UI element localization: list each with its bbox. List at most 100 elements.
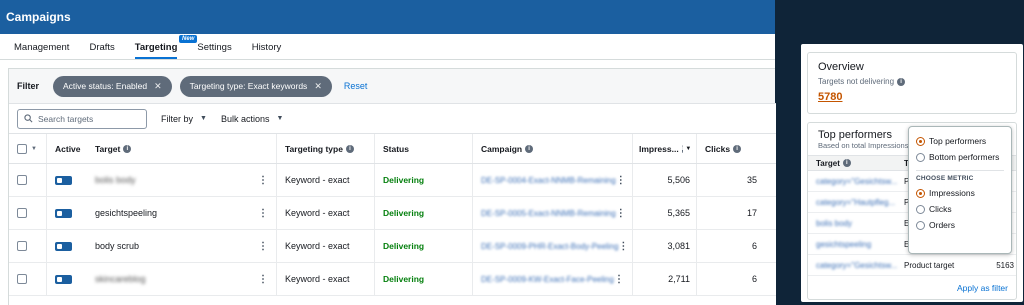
impressions-cell: 5,506 [633, 164, 697, 196]
chip-label: Active status: Enabled [63, 81, 148, 91]
targets-not-delivering-count[interactable]: 5780 [818, 91, 1006, 103]
header-clicks[interactable]: Clicks i [697, 134, 764, 163]
more-actions-icon[interactable]: ⋮ [616, 208, 626, 219]
impressions-cell: 2,711 [633, 263, 697, 295]
search-icon [24, 114, 33, 123]
row-select-cell [9, 263, 47, 295]
option-label: Impressions [929, 188, 975, 198]
chip-label: Targeting type: Exact keywords [189, 81, 308, 91]
header-campaign[interactable]: Campaign i [473, 134, 633, 163]
close-icon[interactable]: ✕ [314, 81, 322, 92]
radio-selected[interactable] [916, 188, 925, 198]
option-bottom-performers[interactable]: Bottom performers [916, 149, 1004, 165]
tab-targeting-label: Targeting [134, 42, 178, 53]
header-target[interactable]: Target i [87, 134, 277, 163]
campaign-link[interactable]: DE-SP-0004-Exact-NNMB-Remaining [481, 176, 616, 185]
campaign-link[interactable]: DE-SP-0005-Exact-NNMB-Remaining [481, 209, 616, 218]
overview-subtitle: Targets not delivering i [818, 77, 1006, 86]
header-status[interactable]: Status [375, 134, 473, 163]
close-icon[interactable]: ✕ [154, 81, 162, 92]
chevron-down-icon[interactable]: ▼ [31, 146, 37, 152]
more-actions-icon[interactable]: ⋮ [618, 241, 628, 252]
info-icon[interactable]: i [842, 159, 851, 167]
tab-bar: Management Drafts Targeting New Settings… [0, 34, 775, 60]
more-actions-icon[interactable]: ⋮ [258, 208, 268, 219]
tab-settings[interactable]: Settings [197, 42, 231, 59]
header-target-label: Target [95, 143, 121, 154]
active-toggle[interactable] [55, 175, 72, 185]
tp-target[interactable]: category="Gesichtsw... [816, 261, 904, 270]
tp-target[interactable]: category="Hautpfleg... [816, 198, 904, 207]
tab-history[interactable]: History [252, 42, 282, 59]
tp-target[interactable]: bolis body [816, 219, 904, 228]
sort-desc-icon[interactable]: ▼ [685, 146, 691, 152]
info-icon[interactable]: i [733, 144, 742, 153]
active-toggle[interactable] [55, 208, 72, 218]
apply-as-filter-link[interactable]: Apply as filter [957, 283, 1008, 293]
tab-management[interactable]: Management [14, 42, 69, 59]
more-actions-icon[interactable]: ⋮ [614, 274, 624, 285]
radio[interactable] [916, 220, 925, 230]
chevron-down-icon: ▼ [276, 115, 284, 122]
app-title: Campaigns [6, 10, 71, 24]
select-all-checkbox[interactable] [17, 143, 27, 154]
option-label: Bottom performers [929, 152, 1000, 162]
option-top-performers[interactable]: Top performers [916, 133, 1004, 149]
filter-chip-active-status[interactable]: Active status: Enabled ✕ [53, 75, 172, 97]
table-row: skincareblog ⋮ Keyword - exact Deliverin… [9, 263, 776, 296]
filter-chip-targeting-type[interactable]: Targeting type: Exact keywords ✕ [179, 75, 332, 97]
reset-link[interactable]: Reset [344, 81, 368, 91]
more-actions-icon[interactable]: ⋮ [258, 274, 268, 285]
row-select-cell [9, 230, 47, 262]
table-row: bolis body ⋮ Keyword - exact Delivering … [9, 164, 776, 197]
header-targeting-type-label: Targeting type [285, 143, 343, 154]
more-actions-icon[interactable]: ⋮ [258, 175, 268, 186]
radio-selected[interactable] [916, 136, 925, 146]
status-cell: Delivering [375, 197, 473, 229]
table-row: body scrub ⋮ Keyword - exact Delivering … [9, 230, 776, 263]
active-cell [47, 263, 87, 295]
clicks-cell: 6 [751, 241, 757, 251]
status-cell: Delivering [375, 230, 473, 262]
target-name: bolis body [95, 175, 136, 185]
clicks-cell: 17 [746, 208, 757, 218]
info-icon[interactable]: i [525, 144, 534, 153]
info-icon[interactable]: i [345, 144, 354, 153]
campaign-link[interactable]: DE-SP-0009-KW-Exact-Face-Peeling [481, 275, 614, 284]
tab-targeting[interactable]: Targeting New [134, 35, 198, 59]
tab-drafts[interactable]: Drafts [89, 42, 114, 59]
row-checkbox[interactable] [17, 175, 27, 185]
search-input[interactable]: Search targets [17, 108, 147, 129]
header-impressions[interactable]: Impress... i ▼ [633, 134, 697, 163]
status-label: Delivering [383, 175, 425, 185]
bulk-actions-dropdown[interactable]: Bulk actions ▼ [221, 114, 283, 124]
tp-target[interactable]: gesichtspeeling [816, 240, 904, 249]
tp-target[interactable]: category="Gesichtsw... [816, 177, 904, 186]
tp-header-target-label: Target [816, 158, 840, 168]
metric-clicks[interactable]: Clicks [916, 201, 1004, 217]
campaign-cell: DE-SP-0004-Exact-NNMB-Remaining ⋮ [473, 164, 633, 196]
chevron-down-icon: ▼ [200, 115, 207, 122]
top-bar: Campaigns [0, 0, 775, 34]
radio[interactable] [916, 152, 925, 162]
active-toggle[interactable] [55, 274, 72, 284]
header-targeting-type[interactable]: Targeting type i [277, 134, 375, 163]
targeting-type-cell: Keyword - exact [277, 164, 375, 196]
active-toggle[interactable] [55, 241, 72, 251]
info-icon[interactable]: i [681, 144, 684, 153]
metric-orders[interactable]: Orders [916, 217, 1004, 233]
row-checkbox[interactable] [17, 208, 27, 218]
row-checkbox[interactable] [17, 274, 27, 284]
filter-by-dropdown[interactable]: Filter by ▼ [161, 114, 207, 124]
info-icon[interactable]: i [123, 144, 132, 153]
metric-impressions[interactable]: Impressions [916, 185, 1004, 201]
row-checkbox[interactable] [17, 241, 27, 251]
campaign-link[interactable]: DE-SP-0009-PHR-Exact-Body-Peeling [481, 242, 618, 251]
tp-value: 5163 [996, 260, 1014, 270]
radio[interactable] [916, 204, 925, 214]
more-actions-icon[interactable]: ⋮ [616, 175, 626, 186]
target-name: body scrub [95, 241, 140, 251]
more-actions-icon[interactable]: ⋮ [258, 241, 268, 252]
header-campaign-label: Campaign [481, 143, 523, 154]
info-icon[interactable]: i [897, 77, 906, 86]
